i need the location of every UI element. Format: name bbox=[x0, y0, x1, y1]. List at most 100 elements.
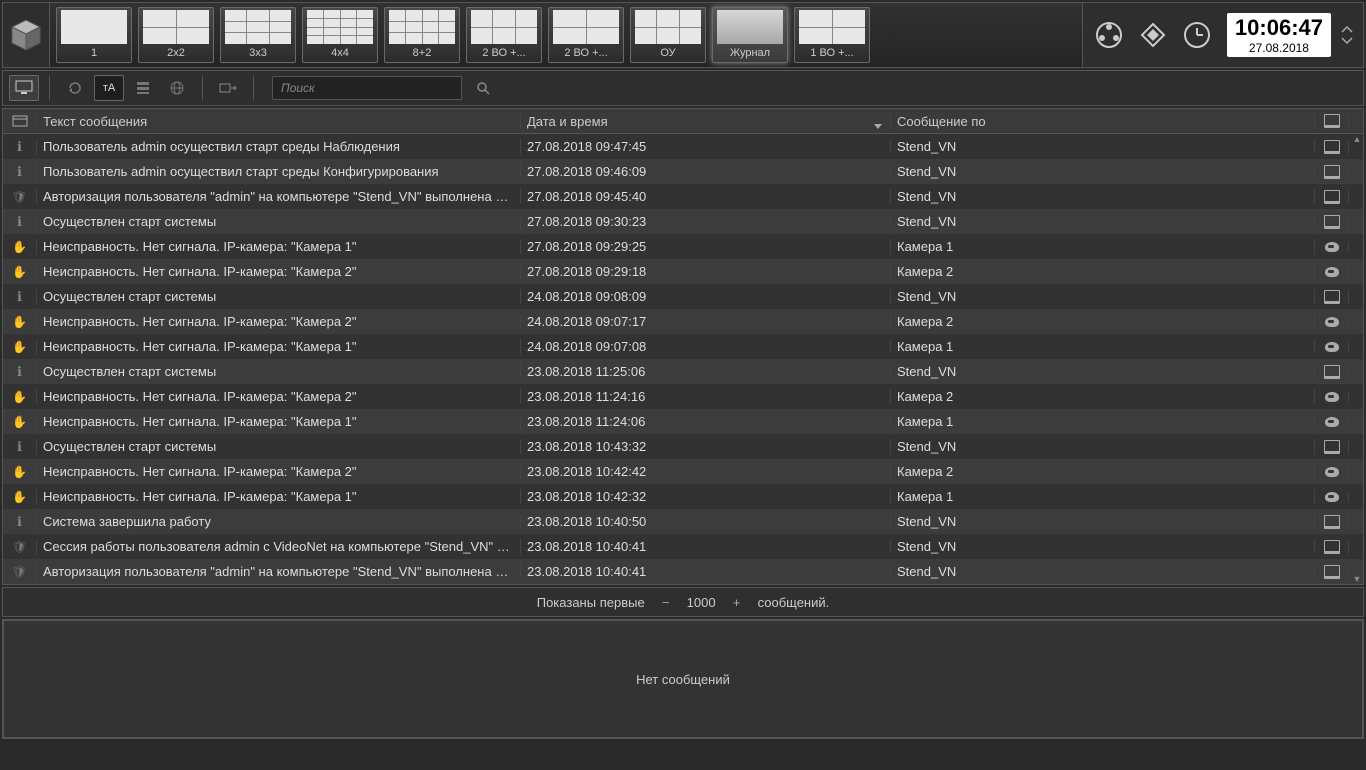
layout-button-2 ВО +...[interactable]: 2 ВО +... bbox=[548, 7, 624, 63]
scroll-indicator[interactable]: ▲▼ bbox=[1352, 134, 1362, 584]
layout-caption: 4x4 bbox=[331, 47, 349, 61]
expand-icon[interactable] bbox=[1339, 17, 1355, 53]
column-source[interactable]: Сообщение по bbox=[891, 114, 1315, 129]
layout-button-2x2[interactable]: 2x2 bbox=[138, 7, 214, 63]
layout-caption: 1 ВО +... bbox=[810, 47, 853, 61]
row-type-icon bbox=[3, 139, 37, 155]
row-message: Неисправность. Нет сигнала. IP-камера: "… bbox=[37, 414, 521, 429]
right-tool-group: 10:06:47 27.08.2018 bbox=[1083, 3, 1363, 67]
table-row[interactable]: Неисправность. Нет сигнала. IP-камера: "… bbox=[3, 234, 1363, 259]
pager-minus[interactable]: − bbox=[659, 595, 673, 610]
reel-icon[interactable] bbox=[1091, 17, 1127, 53]
row-device-icon bbox=[1315, 440, 1349, 454]
row-source: Stend_VN bbox=[891, 364, 1315, 379]
row-datetime: 24.08.2018 09:08:09 bbox=[521, 289, 891, 304]
layout-grid-icon bbox=[389, 10, 455, 44]
row-datetime: 27.08.2018 09:47:45 bbox=[521, 139, 891, 154]
separator bbox=[202, 76, 203, 100]
row-message: Осуществлен старт системы bbox=[37, 289, 521, 304]
layout-button-ОУ[interactable]: ОУ bbox=[630, 7, 706, 63]
row-device-icon bbox=[1315, 290, 1349, 304]
row-message: Неисправность. Нет сигнала. IP-камера: "… bbox=[37, 389, 521, 404]
clock-icon[interactable] bbox=[1179, 17, 1215, 53]
text-filter-button[interactable]: тA bbox=[94, 75, 124, 101]
column-device[interactable] bbox=[1315, 114, 1349, 128]
monitor-filter-button[interactable] bbox=[9, 75, 39, 101]
row-datetime: 23.08.2018 10:40:41 bbox=[521, 564, 891, 579]
row-type-icon bbox=[3, 189, 37, 205]
row-type-icon bbox=[3, 289, 37, 305]
row-device-icon bbox=[1315, 417, 1349, 427]
layout-button-1[interactable]: 1 bbox=[56, 7, 132, 63]
table-row[interactable]: Пользователь admin осуществил старт сред… bbox=[3, 159, 1363, 184]
row-type-icon bbox=[3, 214, 37, 230]
table-row[interactable]: Осуществлен старт системы23.08.2018 11:2… bbox=[3, 359, 1363, 384]
diamond-icon[interactable] bbox=[1135, 17, 1171, 53]
layout-caption: Журнал bbox=[730, 47, 770, 61]
column-message[interactable]: Текст сообщения bbox=[37, 114, 521, 129]
table-row[interactable]: Неисправность. Нет сигнала. IP-камера: "… bbox=[3, 259, 1363, 284]
row-message: Осуществлен старт системы bbox=[37, 439, 521, 454]
table-row[interactable]: Пользователь admin осуществил старт сред… bbox=[3, 134, 1363, 159]
cube-icon bbox=[9, 18, 43, 52]
row-source: Камера 1 bbox=[891, 489, 1315, 504]
globe-button[interactable] bbox=[162, 75, 192, 101]
app-logo[interactable] bbox=[3, 3, 49, 67]
refresh-button[interactable] bbox=[60, 75, 90, 101]
row-message: Осуществлен старт системы bbox=[37, 214, 521, 229]
table-row[interactable]: Авторизация пользователя "admin" на комп… bbox=[3, 559, 1363, 584]
search-button[interactable] bbox=[470, 76, 496, 100]
row-datetime: 23.08.2018 10:42:32 bbox=[521, 489, 891, 504]
table-row[interactable]: Авторизация пользователя "admin" на комп… bbox=[3, 184, 1363, 209]
row-source: Stend_VN bbox=[891, 564, 1315, 579]
pager-plus[interactable]: + bbox=[730, 595, 744, 610]
row-device-icon bbox=[1315, 467, 1349, 477]
table-row[interactable]: Неисправность. Нет сигнала. IP-камера: "… bbox=[3, 384, 1363, 409]
row-device-icon bbox=[1315, 540, 1349, 554]
row-type-icon bbox=[3, 489, 37, 505]
layout-button-Журнал[interactable]: Журнал bbox=[712, 7, 788, 63]
row-message: Неисправность. Нет сигнала. IP-камера: "… bbox=[37, 264, 521, 279]
row-source: Stend_VN bbox=[891, 139, 1315, 154]
row-source: Stend_VN bbox=[891, 539, 1315, 554]
detail-empty-text: Нет сообщений bbox=[636, 672, 730, 687]
table-row[interactable]: Неисправность. Нет сигнала. IP-камера: "… bbox=[3, 409, 1363, 434]
row-type-icon bbox=[3, 164, 37, 180]
row-message: Авторизация пользователя "admin" на комп… bbox=[37, 189, 521, 204]
layout-button-4x4[interactable]: 4x4 bbox=[302, 7, 378, 63]
layout-button-1 ВО +...[interactable]: 1 ВО +... bbox=[794, 7, 870, 63]
column-icon[interactable] bbox=[3, 115, 37, 127]
layout-button-8+2[interactable]: 8+2 bbox=[384, 7, 460, 63]
row-device-icon bbox=[1315, 190, 1349, 204]
row-datetime: 27.08.2018 09:30:23 bbox=[521, 214, 891, 229]
row-device-icon bbox=[1315, 242, 1349, 252]
table-row[interactable]: Осуществлен старт системы23.08.2018 10:4… bbox=[3, 434, 1363, 459]
row-type-icon bbox=[3, 339, 37, 355]
journal-icon bbox=[717, 10, 783, 44]
layout-button-2 ВО +...[interactable]: 2 ВО +... bbox=[466, 7, 542, 63]
layout-caption: 2 ВО +... bbox=[564, 47, 607, 61]
row-datetime: 23.08.2018 10:43:32 bbox=[521, 439, 891, 454]
row-datetime: 23.08.2018 10:40:41 bbox=[521, 539, 891, 554]
row-source: Stend_VN bbox=[891, 289, 1315, 304]
table-row[interactable]: Неисправность. Нет сигнала. IP-камера: "… bbox=[3, 309, 1363, 334]
table-row[interactable]: Неисправность. Нет сигнала. IP-камера: "… bbox=[3, 459, 1363, 484]
table-row[interactable]: Осуществлен старт системы27.08.2018 09:3… bbox=[3, 209, 1363, 234]
table-row[interactable]: Осуществлен старт системы24.08.2018 09:0… bbox=[3, 284, 1363, 309]
export-button[interactable] bbox=[213, 75, 243, 101]
column-datetime[interactable]: Дата и время bbox=[521, 114, 891, 129]
row-message: Осуществлен старт системы bbox=[37, 364, 521, 379]
search-input[interactable] bbox=[272, 76, 462, 100]
pager-suffix: сообщений. bbox=[758, 595, 830, 610]
layout-grid-icon bbox=[307, 10, 373, 44]
row-datetime: 23.08.2018 10:42:42 bbox=[521, 464, 891, 479]
row-source: Stend_VN bbox=[891, 164, 1315, 179]
layout-button-3x3[interactable]: 3x3 bbox=[220, 7, 296, 63]
table-row[interactable]: Сессия работы пользователя admin с Video… bbox=[3, 534, 1363, 559]
layout-caption: 1 bbox=[91, 47, 97, 61]
table-row[interactable]: Система завершила работу23.08.2018 10:40… bbox=[3, 509, 1363, 534]
table-row[interactable]: Неисправность. Нет сигнала. IP-камера: "… bbox=[3, 484, 1363, 509]
list-button[interactable] bbox=[128, 75, 158, 101]
table-row[interactable]: Неисправность. Нет сигнала. IP-камера: "… bbox=[3, 334, 1363, 359]
row-device-icon bbox=[1315, 267, 1349, 277]
